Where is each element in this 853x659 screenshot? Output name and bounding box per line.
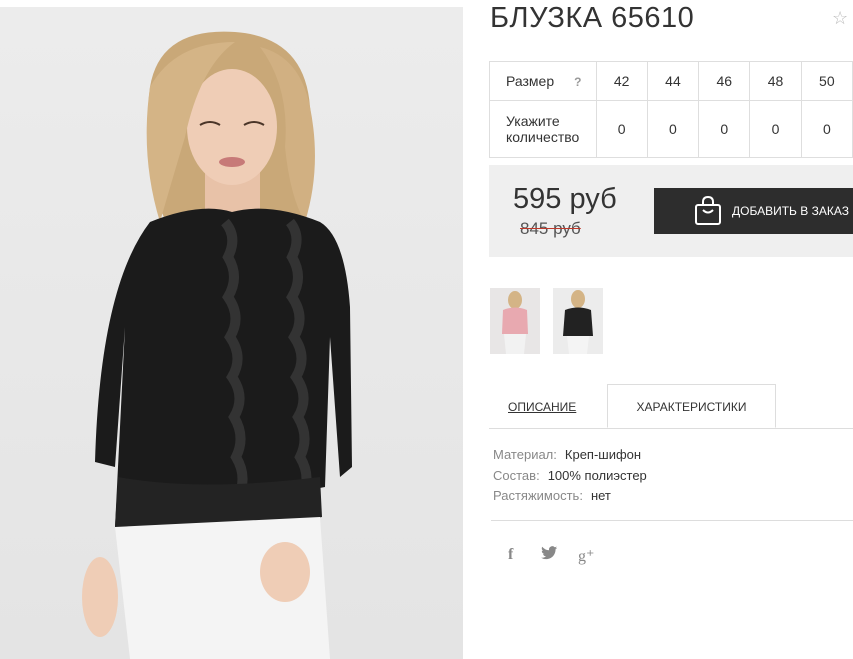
spec-value: Креп-шифон [564,447,642,462]
quantity-input-44[interactable]: 0 [646,100,700,158]
facebook-icon[interactable]: f [508,546,513,564]
shopping-bag-icon [695,196,721,225]
size-col-42: 42 [595,61,648,101]
current-price: 595 руб [513,183,617,215]
size-label-cell: Размер? [489,61,597,101]
add-to-order-label: ДОБАВИТЬ В ЗАКАЗ [732,204,849,218]
price-box: 595 руб 845 руб ДОБАВИТЬ В ЗАКАЗ [489,165,853,257]
tab-description[interactable]: ОПИСАНИЕ [508,400,576,414]
quantity-input-48[interactable]: 0 [749,100,802,158]
old-price: 845 руб [520,219,581,238]
size-table: Размер? 42 44 46 48 50 Укажите количеств… [489,61,853,158]
size-help-icon[interactable]: ? [574,75,581,89]
product-title: БЛУЗКА 65610 [490,2,695,34]
quantity-input-42[interactable]: 0 [595,100,648,158]
quantity-label: Укажите количество [506,113,580,145]
quantity-input-46[interactable]: 0 [698,100,751,158]
size-col-50: 50 [800,61,853,101]
spec-row-composition: Состав: 100% полиэстер [493,468,647,483]
spec-key: Материал: [493,447,557,462]
tab-characteristics[interactable]: ХАРАКТЕРИСТИКИ [607,384,776,428]
spec-row-material: Материал: Креп-шифон [493,447,641,462]
size-col-48: 48 [749,61,802,101]
spec-value: нет [590,488,611,503]
size-label: Размер [506,73,555,89]
spec-value: 100% полиэстер [547,468,647,483]
spec-row-stretch: Растяжимость: нет [493,488,611,503]
spec-key: Состав: [493,468,540,483]
product-photo [0,7,463,659]
add-to-order-button[interactable]: ДОБАВИТЬ В ЗАКАЗ [654,188,853,234]
thumbnail-black-blouse[interactable] [553,288,603,354]
thumbnail-pink-blouse[interactable] [490,288,540,354]
size-col-44: 44 [646,61,700,101]
size-col-46: 46 [698,61,751,101]
spec-key: Растяжимость: [493,488,583,503]
google-plus-icon[interactable]: g⁺ [578,546,594,566]
star-outline-icon[interactable]: ☆ [832,8,848,29]
twitter-icon[interactable] [541,546,558,565]
quantity-input-50[interactable]: 0 [800,100,853,158]
divider [491,520,853,521]
